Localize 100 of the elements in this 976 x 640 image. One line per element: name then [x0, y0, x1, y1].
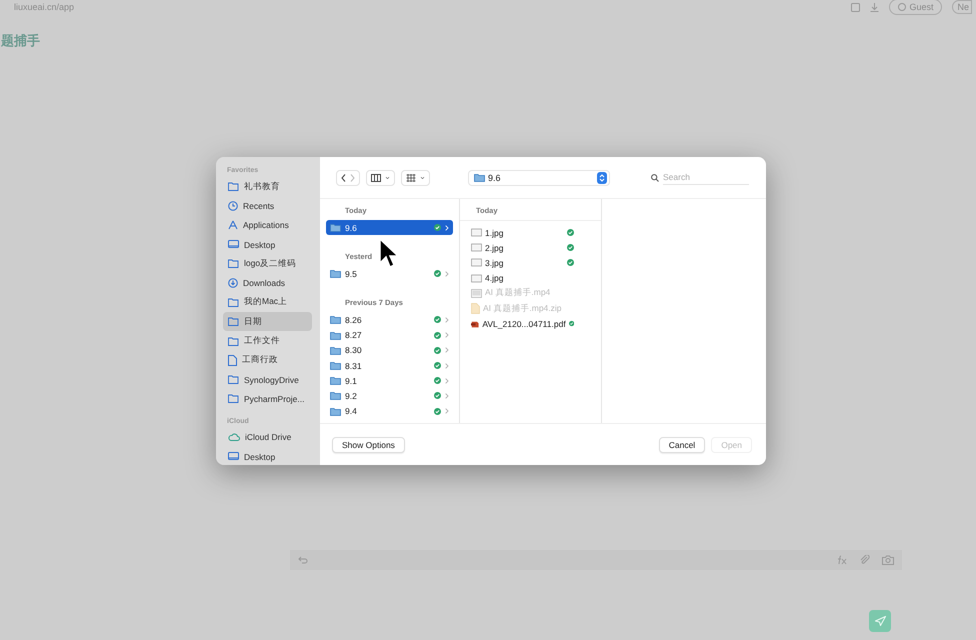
document-icon	[228, 354, 237, 366]
folder-icon	[330, 346, 341, 355]
folder-icon	[228, 375, 239, 384]
folder-icon	[228, 182, 239, 192]
search-field[interactable]: Search	[663, 170, 749, 185]
cancel-button[interactable]: Cancel	[658, 436, 706, 452]
folder-icon	[228, 336, 239, 346]
file-row[interactable]: 2.jpg	[470, 240, 591, 256]
user-icon	[898, 3, 906, 11]
file-row[interactable]: 4.jpg	[470, 270, 591, 286]
url-text: liuxueai.cn/app	[14, 2, 76, 12]
updown-icon	[597, 172, 607, 184]
synced-check-icon	[567, 229, 574, 236]
folder-row[interactable]: 8.27	[326, 328, 453, 343]
synced-check-icon	[567, 259, 574, 266]
group-button[interactable]	[401, 170, 430, 186]
sidebar-item[interactable]: Applications	[223, 216, 312, 235]
view-mode-button[interactable]	[366, 170, 395, 186]
synced-check-icon	[434, 362, 441, 370]
cloud-icon	[228, 433, 240, 442]
synced-check-icon	[567, 244, 574, 252]
sidebar-item[interactable]: logo及二维码	[223, 254, 312, 274]
sidebar-item[interactable]: 日期	[223, 312, 312, 332]
options-button[interactable]: Show Options	[332, 436, 405, 452]
folder-icon	[330, 330, 341, 340]
folder-icon	[228, 317, 239, 326]
grid-icon	[406, 174, 416, 182]
camera-icon[interactable]	[882, 555, 894, 565]
monitor-icon	[228, 452, 239, 461]
synced-check-icon	[568, 320, 574, 328]
sidebar-item[interactable]: PycharmProje...	[223, 389, 312, 409]
folder-icon	[330, 406, 341, 416]
synced-check-icon	[434, 316, 441, 324]
folder-row[interactable]: 9.5	[326, 266, 453, 282]
pdf-file-icon	[471, 318, 480, 329]
chevron-right-icon	[445, 270, 449, 277]
folder-row[interactable]: 9.4	[326, 404, 453, 419]
chevron-right-icon	[445, 224, 449, 231]
download-icon[interactable]	[870, 2, 880, 12]
folder-icon	[330, 223, 341, 232]
synced-check-icon	[434, 392, 441, 400]
sidebar-item[interactable]: Desktop	[223, 234, 312, 254]
image-file-icon	[471, 274, 482, 283]
folder-icon	[330, 269, 341, 278]
synced-check-icon	[434, 346, 441, 354]
chevron-right-icon	[445, 332, 449, 338]
folder-icon	[474, 173, 485, 182]
chevron-right-icon	[445, 408, 449, 414]
image-file-icon	[471, 228, 482, 238]
paper-plane-icon	[874, 616, 886, 626]
file-row[interactable]: 3.jpg	[470, 255, 591, 271]
folder-icon	[330, 376, 341, 386]
folder-icon	[228, 298, 239, 307]
file-row[interactable]: AVL_2120...04711.pdf	[470, 316, 591, 332]
send-button[interactable]	[869, 610, 891, 632]
chevron-right-icon	[445, 378, 449, 384]
image-file-icon	[471, 243, 482, 252]
folder-icon	[330, 361, 341, 370]
columns-icon	[371, 174, 381, 182]
chevron-right-icon	[445, 392, 449, 399]
chevron-right-icon	[445, 362, 449, 369]
sidebar-item[interactable]: 工作文件	[223, 331, 312, 351]
undo-icon[interactable]	[298, 556, 308, 564]
file-row[interactable]: 1.jpg	[470, 225, 591, 240]
synced-check-icon	[434, 270, 441, 278]
folder-row[interactable]: 9.6	[326, 220, 453, 236]
folder-row[interactable]: 9.2	[326, 388, 453, 404]
sidebar-item[interactable]: 工商行政	[223, 350, 312, 370]
sidebar-item[interactable]: Downloads	[223, 273, 312, 293]
chevron-right-icon	[445, 316, 449, 323]
navigation-control[interactable]	[336, 170, 360, 186]
sidebar-item[interactable]: iCloud Drive	[223, 428, 312, 447]
video-file-icon	[471, 288, 482, 298]
app-title: 题捕手	[1, 32, 41, 50]
sidebar-item[interactable]: 我的Mac上	[223, 292, 312, 312]
formula-icon[interactable]	[837, 555, 848, 565]
paperclip-icon[interactable]	[860, 555, 870, 565]
folder-row[interactable]: 8.30	[326, 342, 453, 358]
folder-row[interactable]: 8.31	[326, 358, 453, 374]
folder-icon	[330, 315, 341, 324]
clock-icon	[228, 200, 238, 211]
folder-row[interactable]: 9.1	[326, 373, 453, 388]
monitor-icon	[228, 240, 239, 250]
compass-icon	[228, 220, 238, 230]
download-icon	[228, 278, 238, 288]
synced-check-icon	[434, 332, 441, 339]
folder-icon	[228, 394, 239, 404]
sidebar-item[interactable]: Recents	[223, 196, 312, 216]
sidebar-item[interactable]: 礼书教育	[223, 177, 312, 196]
archive-file-icon	[471, 303, 480, 314]
synced-check-icon	[434, 224, 441, 232]
back-icon[interactable]	[341, 174, 346, 182]
folder-row[interactable]: 8.26	[326, 312, 453, 328]
sidebar-item[interactable]: SynologyDrive	[223, 370, 312, 390]
synced-check-icon	[434, 377, 441, 384]
chevron-right-icon	[445, 347, 449, 354]
location-dropdown[interactable]: 9.6	[468, 170, 610, 186]
sidebar-item[interactable]: Desktop	[223, 446, 312, 465]
search-icon	[651, 174, 659, 182]
image-file-icon	[471, 258, 482, 268]
